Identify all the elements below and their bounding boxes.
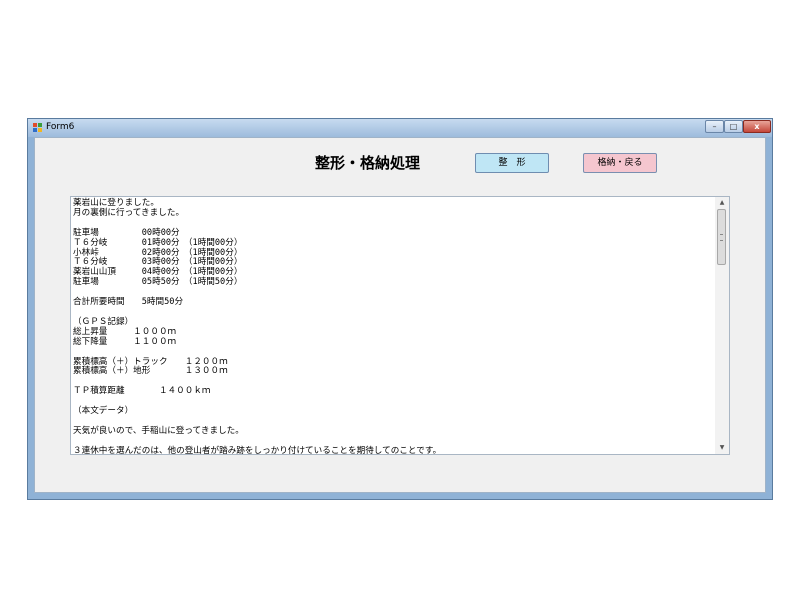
- maximize-button[interactable]: □: [724, 120, 743, 133]
- format-button[interactable]: 整 形: [475, 153, 549, 173]
- store-and-back-button[interactable]: 格納・戻る: [583, 153, 657, 173]
- close-button[interactable]: x: [743, 120, 771, 133]
- window-title: Form6: [46, 122, 75, 132]
- vertical-scrollbar[interactable]: ▲ ▼: [715, 197, 729, 454]
- text-output-content: 薬岩山に登りました。 月の裏側に行ってきました。 駐車場 00時00分 Ｔ６分岐…: [73, 198, 442, 455]
- text-output-box[interactable]: 薬岩山に登りました。 月の裏側に行ってきました。 駐車場 00時00分 Ｔ６分岐…: [70, 196, 730, 455]
- title-bar[interactable]: Form6 – □ x: [28, 119, 772, 137]
- scroll-down-arrow-icon[interactable]: ▼: [715, 442, 729, 454]
- form-client-area: 整形・格納処理 整 形 格納・戻る 薬岩山に登りました。 月の裏側に行ってきまし…: [34, 137, 766, 493]
- form-heading: 整形・格納処理: [315, 154, 421, 172]
- form-window: Form6 – □ x 整形・格納処理 整 形 格納・戻る 薬岩山に登りました。…: [27, 118, 773, 500]
- scrollbar-thumb[interactable]: [717, 209, 726, 265]
- app-icon: [33, 123, 42, 132]
- scroll-up-arrow-icon[interactable]: ▲: [715, 197, 729, 209]
- minimize-button[interactable]: –: [705, 120, 724, 133]
- grip-icon: [720, 234, 723, 241]
